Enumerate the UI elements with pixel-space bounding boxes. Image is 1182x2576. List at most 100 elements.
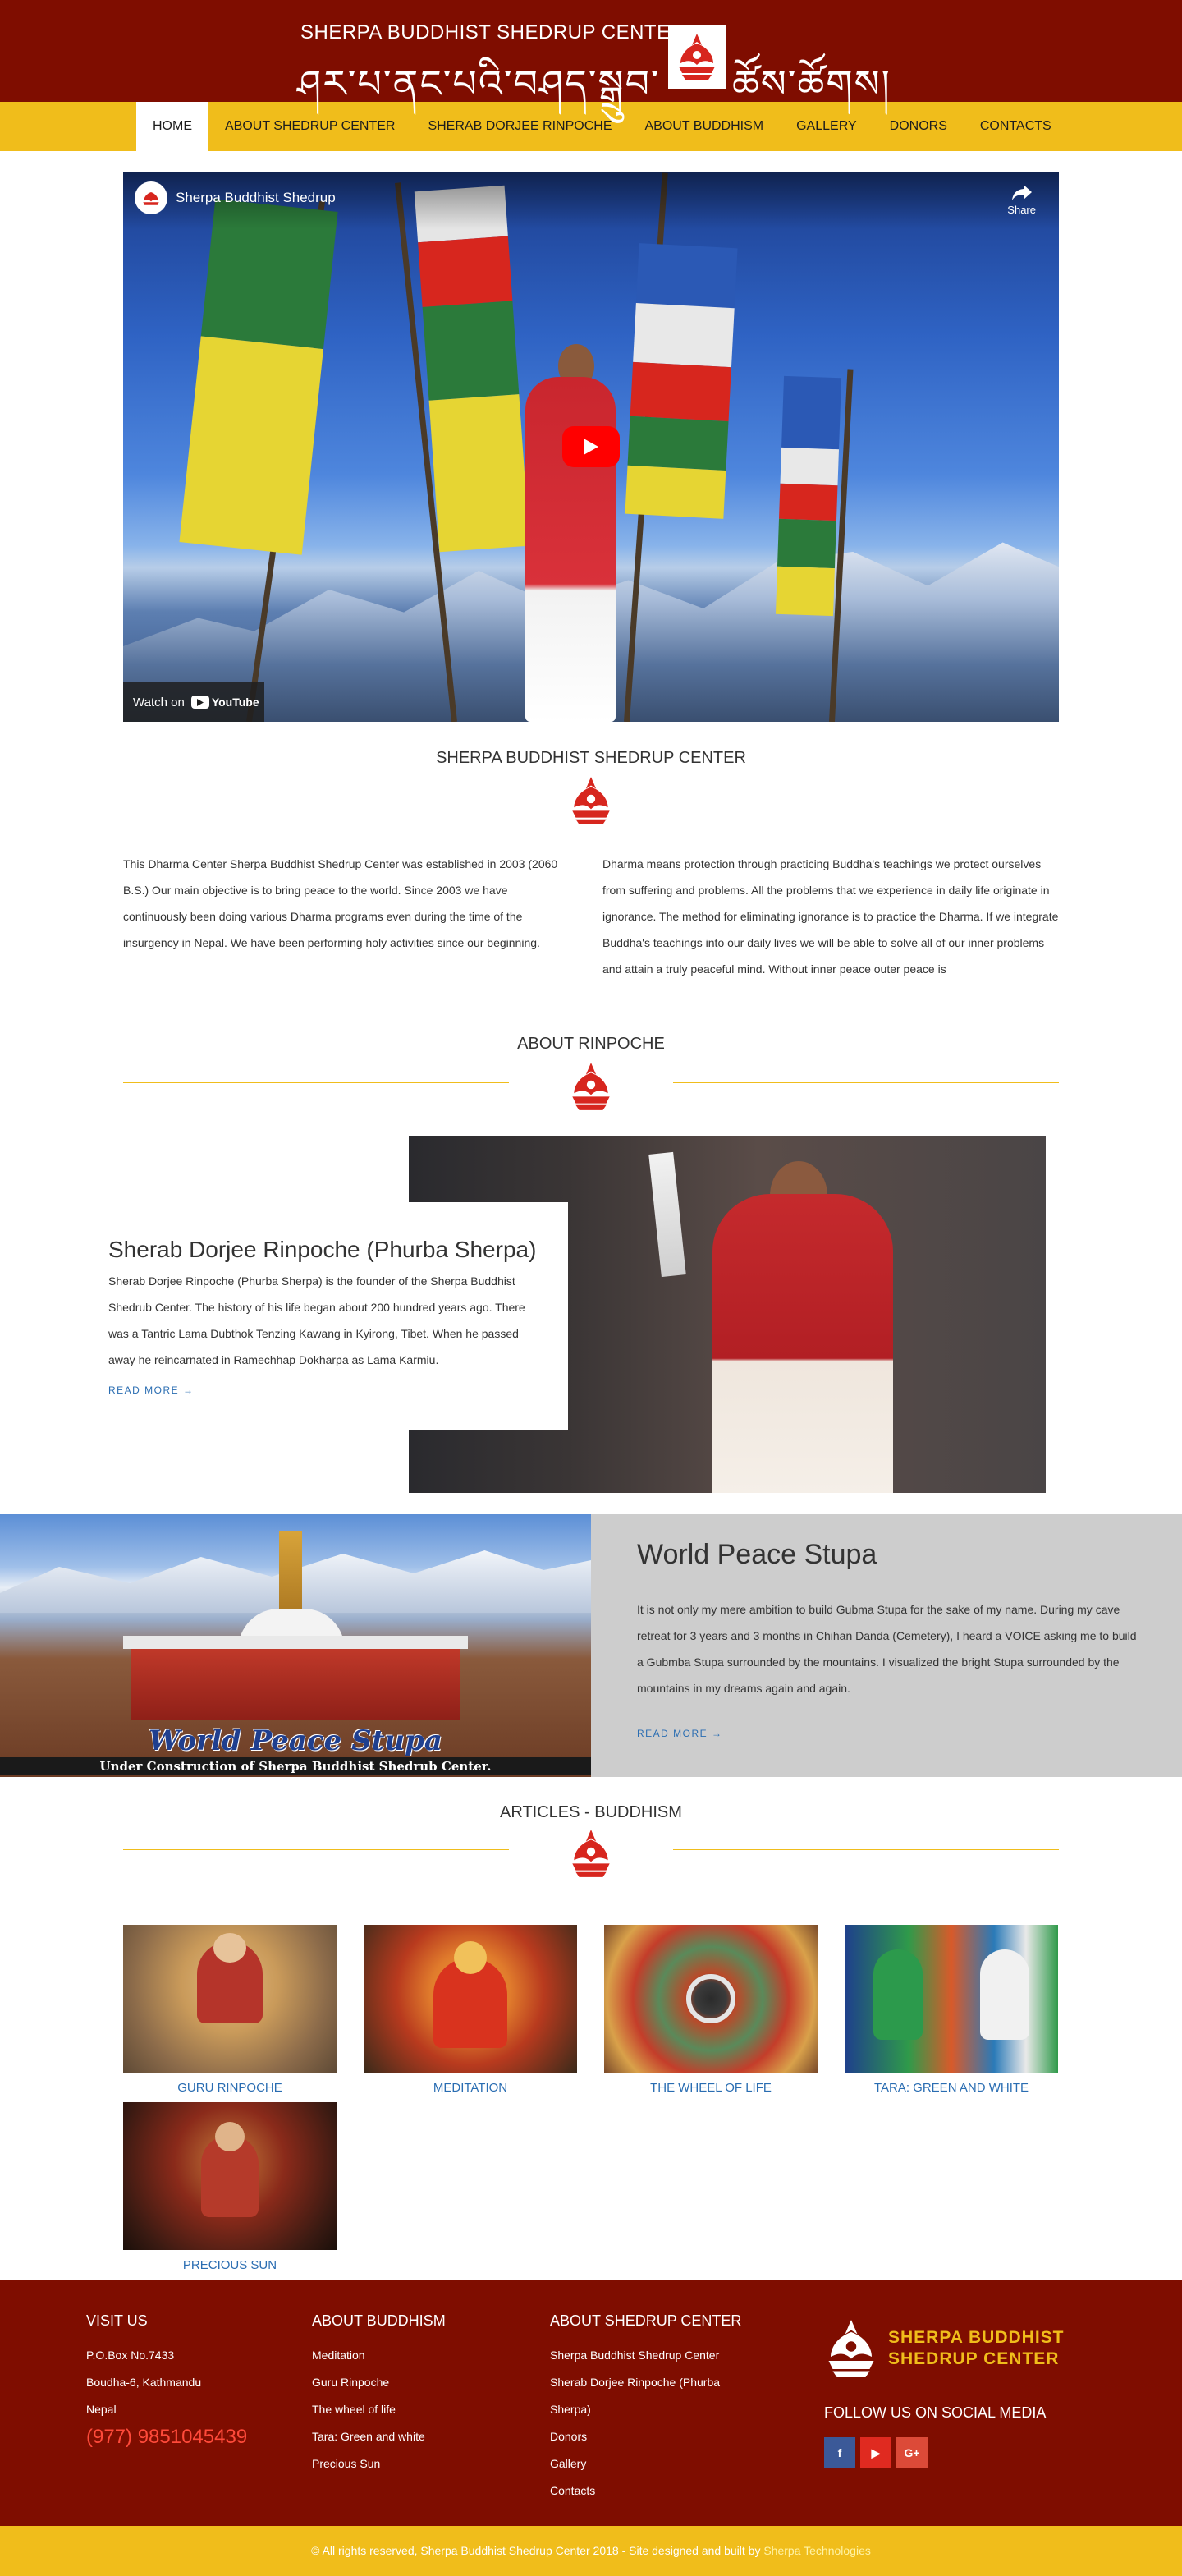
world-peace-read-more[interactable]: READ MORE → [637, 1728, 723, 1739]
share-label: Share [1007, 204, 1036, 216]
site-title-tibetan-2: ཚོས་ཚོགས། [732, 62, 891, 106]
article-card[interactable]: THE WHEEL OF LIFE [604, 1925, 818, 2095]
world-peace-stupa-image: World Peace Stupa Under Construction of … [0, 1514, 591, 1777]
address-line: Nepal [86, 2403, 117, 2416]
footer-logo[interactable]: SHERPA BUDDHIST SHEDRUP CENTER [822, 2316, 1065, 2381]
lotus-emblem-icon [565, 774, 617, 829]
footer-buddhism-links: Meditation Guru Rinpoche The wheel of li… [312, 2342, 425, 2477]
watch-on-youtube[interactable]: Watch on YouTube [123, 682, 264, 722]
article-label[interactable]: MEDITATION [364, 2081, 577, 2095]
article-card[interactable]: PRECIOUS SUN [123, 2102, 337, 2272]
footer-link[interactable]: Gallery [550, 2450, 720, 2477]
play-button[interactable] [562, 426, 620, 467]
divider-line [123, 1849, 509, 1850]
precious-sun-thumbnail[interactable] [123, 2102, 337, 2250]
tara-thumbnail[interactable] [845, 1925, 1058, 2073]
lotus-emblem-icon [143, 192, 159, 205]
video-embed[interactable]: Sherpa Buddhist Shedrup Share Watch on Y… [123, 172, 1059, 722]
divider-line [673, 1082, 1059, 1083]
footer-logo-text: SHERPA BUDDHIST SHEDRUP CENTER [888, 2327, 1065, 2370]
footer-buddhism-title: ABOUT BUDDHISM [312, 2312, 446, 2329]
prayer-flag [179, 199, 338, 555]
nav-item-contacts[interactable]: CONTACTS [964, 102, 1068, 151]
watch-on-label: Watch on [133, 695, 185, 709]
footer-link[interactable]: Sherab Dorjee Rinpoche (Phurba [550, 2369, 720, 2396]
footer-link[interactable]: Precious Sun [312, 2450, 425, 2477]
footer-link[interactable]: The wheel of life [312, 2396, 425, 2423]
article-card[interactable]: GURU RINPOCHE [123, 1925, 337, 2095]
article-label[interactable]: GURU RINPOCHE [123, 2081, 337, 2095]
rinpoche-card: Sherab Dorjee Rinpoche (Phurba Sherpa) S… [0, 1202, 568, 1430]
intro-section-title: SHERPA BUDDHIST SHEDRUP CENTER [436, 749, 746, 767]
google-plus-icon[interactable]: G+ [896, 2437, 928, 2468]
footer-logo-line: SHEDRUP CENTER [888, 2349, 1060, 2368]
green-tara-figure [873, 1949, 923, 2040]
footer-link[interactable]: Sherpa) [550, 2396, 720, 2423]
developer-link[interactable]: Sherpa Technologies [763, 2544, 871, 2557]
article-label[interactable]: PRECIOUS SUN [123, 2258, 337, 2272]
intro-left-text: This Dharma Center Sherpa Buddhist Shedr… [123, 857, 558, 949]
white-tara-figure [980, 1949, 1029, 2040]
footer-link[interactable]: Contacts [550, 2477, 720, 2505]
article-card[interactable]: TARA: GREEN AND WHITE [845, 1925, 1058, 2095]
meditation-thumbnail[interactable] [364, 1925, 577, 2073]
site-logo[interactable] [668, 25, 726, 89]
rinpoche-bio: Sherab Dorjee Rinpoche (Phurba Sherpa) i… [108, 1274, 525, 1366]
intro-right-text: Dharma means protection through practici… [602, 857, 1059, 976]
footer-social-title: FOLLOW US ON SOCIAL MEDIA [824, 2404, 1047, 2421]
footer-link[interactable]: Sherpa Buddhist Shedrup Center [550, 2342, 720, 2369]
lotus-emblem-icon [565, 1826, 617, 1882]
footer-link[interactable]: Tara: Green and white [312, 2423, 425, 2450]
articles-section-title: ARTICLES - BUDDHISM [500, 1803, 682, 1821]
channel-avatar[interactable] [135, 181, 167, 214]
footer-phone[interactable]: (977) 9851045439 [86, 2426, 247, 2449]
stupa-roof [123, 1636, 468, 1649]
address-line: Boudha-6, Kathmandu [86, 2376, 202, 2389]
site-title[interactable]: SHERPA BUDDHIST SHEDRUP CENTER [300, 21, 685, 44]
figure-face [215, 2122, 245, 2151]
stupa-image-subcaption: Under Construction of Sherpa Buddhist Sh… [0, 1757, 591, 1775]
footer-visit-title: VISIT US [86, 2312, 148, 2329]
copyright-bar: © All rights reserved, Sherpa Buddhist S… [0, 2526, 1182, 2576]
divider-line [673, 1849, 1059, 1850]
footer-link[interactable]: Guru Rinpoche [312, 2369, 425, 2396]
stupa-base [131, 1646, 460, 1720]
wheel-of-life-thumbnail[interactable] [604, 1925, 818, 2073]
figure-face [213, 1933, 246, 1963]
prayer-flag [625, 243, 738, 519]
divider-line [123, 1082, 509, 1083]
facebook-icon[interactable]: f [824, 2437, 855, 2468]
site-footer: VISIT US P.O.Box No.7433 Boudha-6, Kathm… [0, 2280, 1182, 2526]
youtube-wordmark: YouTube [211, 696, 259, 709]
article-label[interactable]: THE WHEEL OF LIFE [604, 2081, 818, 2095]
footer-link[interactable]: Meditation [312, 2342, 425, 2369]
youtube-logo: YouTube [190, 696, 259, 709]
rinpoche-section-title: ABOUT RINPOCHE [517, 1035, 665, 1053]
article-card[interactable]: MEDITATION [364, 1925, 577, 2095]
lotus-emblem-icon [679, 34, 715, 80]
video-title[interactable]: Sherpa Buddhist Shedrup [176, 190, 336, 206]
play-icon [584, 439, 598, 455]
lotus-emblem-icon [565, 1059, 617, 1115]
site-title-tibetan: ཤར་པ་ནང་པའི་བཤད་སྒྲུབ་ [297, 62, 661, 106]
article-label[interactable]: TARA: GREEN AND WHITE [845, 2081, 1058, 2095]
rinpoche-robe [712, 1194, 893, 1493]
footer-shedrup-links: Sherpa Buddhist Shedrup Center Sherab Do… [550, 2342, 720, 2505]
stupa-image-caption: World Peace Stupa [149, 1724, 442, 1757]
guru-rinpoche-thumbnail[interactable] [123, 1925, 337, 2073]
world-peace-title: World Peace Stupa [637, 1539, 877, 1570]
address-line: P.O.Box No.7433 [86, 2349, 175, 2362]
social-links: f ▶ G+ [824, 2437, 928, 2468]
world-peace-text-box: World Peace Stupa It is not only my mere… [591, 1514, 1182, 1777]
nav-item-home[interactable]: HOME [136, 102, 208, 151]
footer-link[interactable]: Donors [550, 2423, 720, 2450]
footer-address: P.O.Box No.7433 Boudha-6, Kathmandu Nepa… [86, 2342, 201, 2423]
footer-shedrup-title: ABOUT SHEDRUP CENTER [550, 2312, 742, 2329]
youtube-icon[interactable]: ▶ [860, 2437, 891, 2468]
share-button[interactable]: Share [1007, 183, 1036, 216]
figure-face [454, 1941, 487, 1974]
white-scarf [648, 1151, 686, 1278]
rinpoche-read-more[interactable]: READ MORE → [108, 1384, 195, 1396]
site-header: SHERPA BUDDHIST SHEDRUP CENTER ཤར་པ་ནང་པ… [0, 0, 1182, 106]
stupa-spire [279, 1531, 302, 1621]
